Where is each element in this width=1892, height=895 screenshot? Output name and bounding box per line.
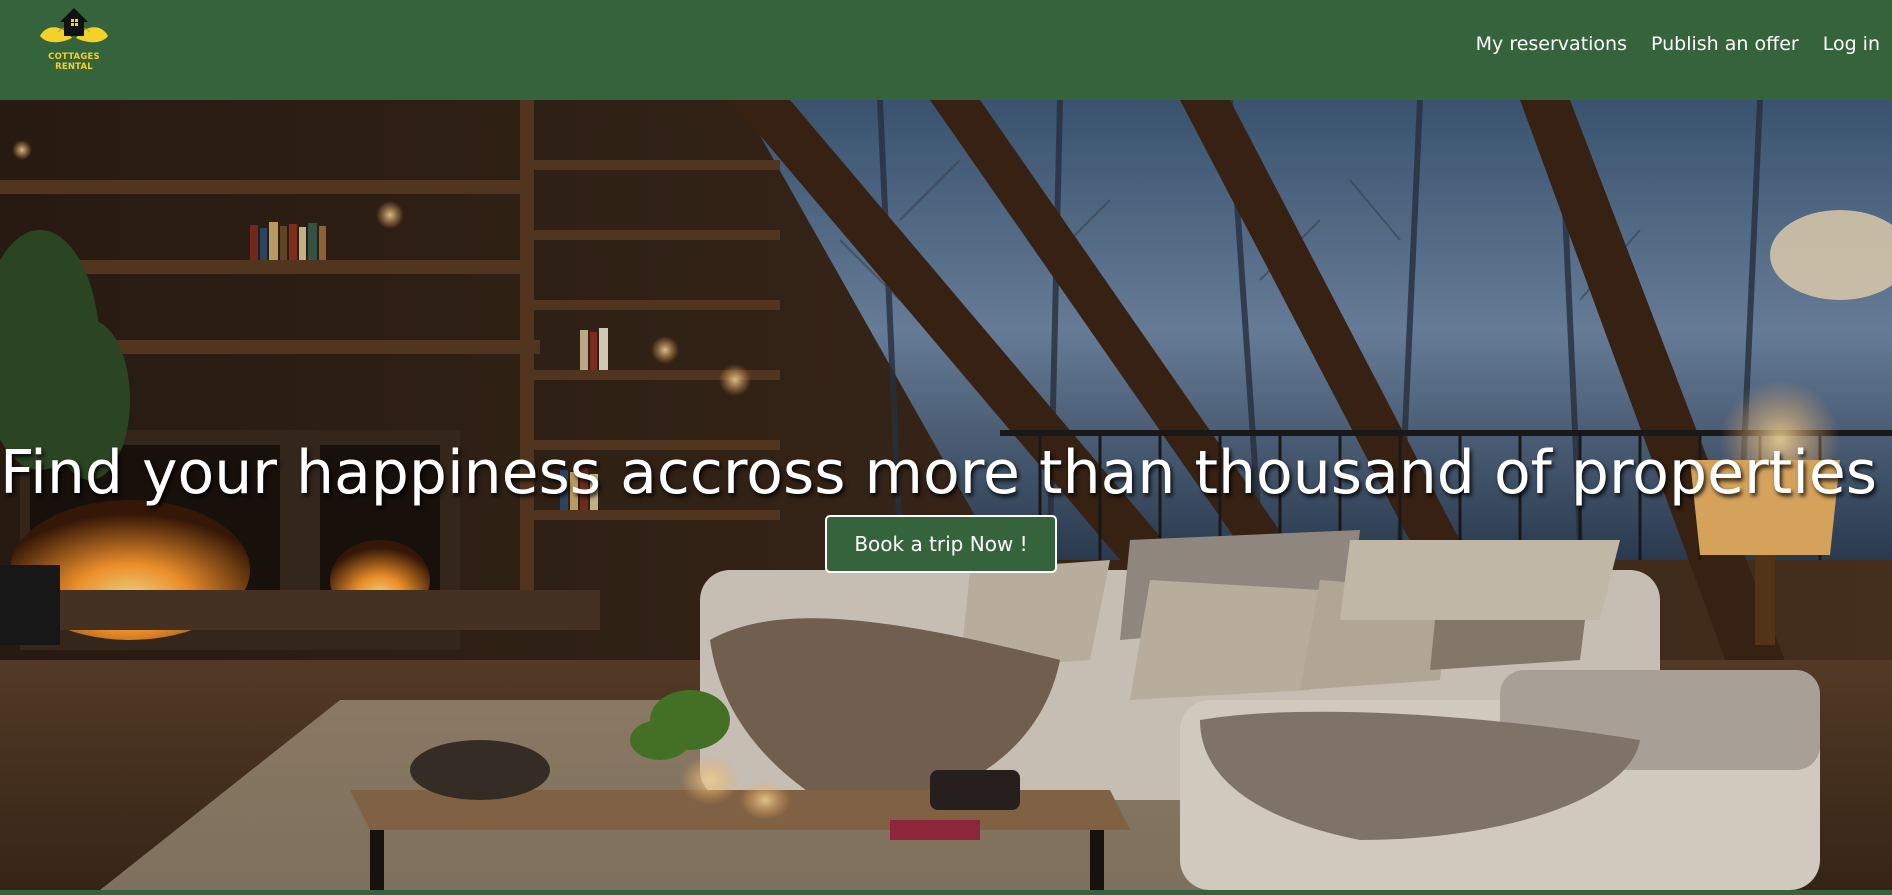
nav-my-reservations[interactable]: My reservations [1476, 33, 1627, 55]
nav-log-in[interactable]: Log in [1823, 33, 1880, 55]
logo-line1: COTTAGES [48, 52, 100, 62]
book-trip-button[interactable]: Book a trip Now ! [825, 515, 1057, 573]
hero-title: Find your happiness accross more than th… [0, 438, 1892, 508]
logo-text: COTTAGES RENTAL [36, 52, 112, 72]
bottom-bar [0, 890, 1892, 895]
nav-publish-offer[interactable]: Publish an offer [1651, 33, 1799, 55]
cottages-rental-logo[interactable]: COTTAGES RENTAL [36, 6, 112, 74]
nav-links: My reservations Publish an offer Log in [1476, 33, 1880, 55]
top-navbar: COTTAGES RENTAL My reservations Publish … [0, 0, 1892, 100]
house-leaf-logo-icon [40, 8, 108, 43]
logo-line2: RENTAL [55, 62, 93, 72]
hero-section: Find your happiness accross more than th… [0, 100, 1892, 890]
